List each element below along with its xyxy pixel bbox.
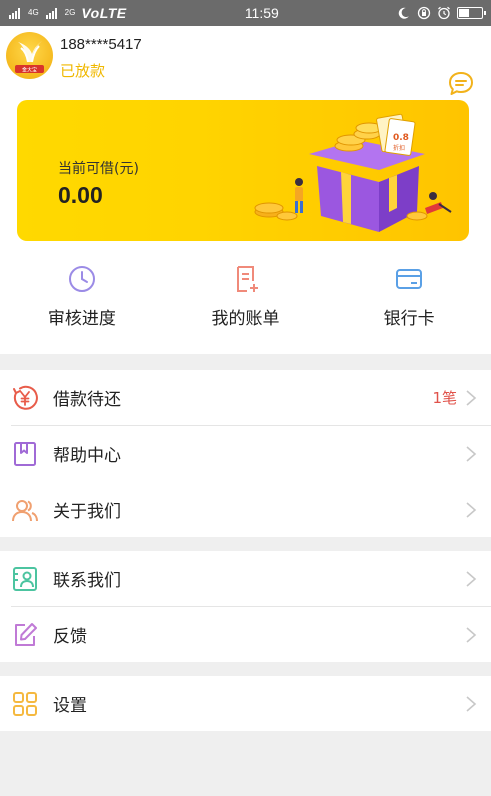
signal-icon-2 [45, 8, 57, 19]
menu-item-label: 关于我们 [53, 502, 121, 522]
gift-box-illustration-icon: 0.8 折扣 [254, 113, 452, 232]
coupon-value: 0.8 [393, 133, 409, 143]
rotation-lock-icon [417, 6, 431, 20]
avatar-caption: 金大宝 [22, 67, 37, 74]
edit-icon [15, 622, 37, 646]
signal-label-1: 4G [28, 8, 39, 17]
chevron-right-icon [466, 501, 477, 518]
header-area: 金大宝 188****5417 已放款 当前可借(元) 0.00 0.8 折扣 … [0, 26, 491, 354]
quick-action-review-progress[interactable]: 审核进度 [0, 256, 164, 346]
available-credit-amount: 0.00 [58, 182, 103, 208]
bill-icon [236, 266, 258, 292]
quick-action-label: 我的账单 [211, 309, 280, 329]
chevron-right-icon [466, 695, 477, 712]
status-bar: 4G 2G VoLTE 11:59 [0, 0, 491, 26]
quick-action-my-bill[interactable]: 我的账单 [164, 256, 328, 346]
menu-item-settings[interactable]: 设置 [0, 676, 491, 731]
yen-circle-icon [13, 385, 38, 410]
menu-group-2: 联系我们 反馈 [0, 551, 491, 662]
menu-item-label: 反馈 [53, 627, 87, 647]
grid-icon [13, 691, 37, 716]
contact-icon [13, 566, 37, 591]
avatar-logo-icon: 金大宝 [15, 41, 44, 74]
menu-item-help-center[interactable]: 帮助中心 [0, 426, 491, 481]
people-icon [12, 499, 38, 521]
avatar[interactable]: 金大宝 [6, 32, 53, 79]
menu-item-contact-us[interactable]: 联系我们 [0, 551, 491, 606]
menu-item-label: 借款待还 [53, 390, 121, 410]
signal-icon [9, 8, 20, 19]
pending-count-badge: 1笔 [432, 389, 457, 407]
menu-group-3: 设置 [0, 676, 491, 731]
available-credit-label: 当前可借(元) [58, 161, 139, 177]
credit-banner[interactable]: 当前可借(元) 0.00 0.8 折扣 [17, 100, 469, 241]
profile-row: 金大宝 188****5417 已放款 [0, 26, 491, 100]
quick-action-label: 审核进度 [47, 309, 116, 329]
menu-item-feedback[interactable]: 反馈 [0, 607, 491, 662]
menu-item-label: 帮助中心 [53, 446, 121, 466]
chevron-right-icon [466, 570, 477, 587]
bookmark-icon [14, 441, 36, 466]
chevron-right-icon [466, 626, 477, 643]
chevron-right-icon [466, 389, 477, 406]
menu-item-about-us[interactable]: 关于我们 [0, 482, 491, 537]
coupon-sub: 折扣 [393, 144, 405, 152]
alarm-icon [438, 6, 450, 20]
menu-item-label: 联系我们 [53, 571, 121, 591]
moon-icon [398, 7, 409, 19]
status-left: 4G 2G VoLTE [8, 5, 127, 21]
chevron-right-icon [466, 445, 477, 462]
clock: 11:59 [244, 5, 279, 21]
quick-actions: 审核进度 我的账单 银行卡 [0, 256, 491, 346]
clock-icon [68, 266, 95, 292]
quick-action-label: 银行卡 [383, 309, 435, 329]
battery-icon [457, 7, 486, 19]
menu-item-loan-repayment[interactable]: 借款待还 1笔 [0, 370, 491, 425]
phone-number: 188****5417 [60, 36, 142, 53]
signal-label-2: 2G [64, 8, 76, 17]
card-icon [396, 269, 423, 289]
chat-bubble-icon[interactable] [447, 70, 475, 98]
status-right [397, 6, 486, 20]
network-label: VoLTE [81, 5, 127, 21]
menu-item-label: 设置 [53, 696, 87, 716]
menu-group-1: 借款待还 1笔 帮助中心 关于我们 [0, 370, 491, 537]
quick-action-bank-card[interactable]: 银行卡 [327, 256, 491, 346]
loan-status: 已放款 [60, 62, 106, 80]
